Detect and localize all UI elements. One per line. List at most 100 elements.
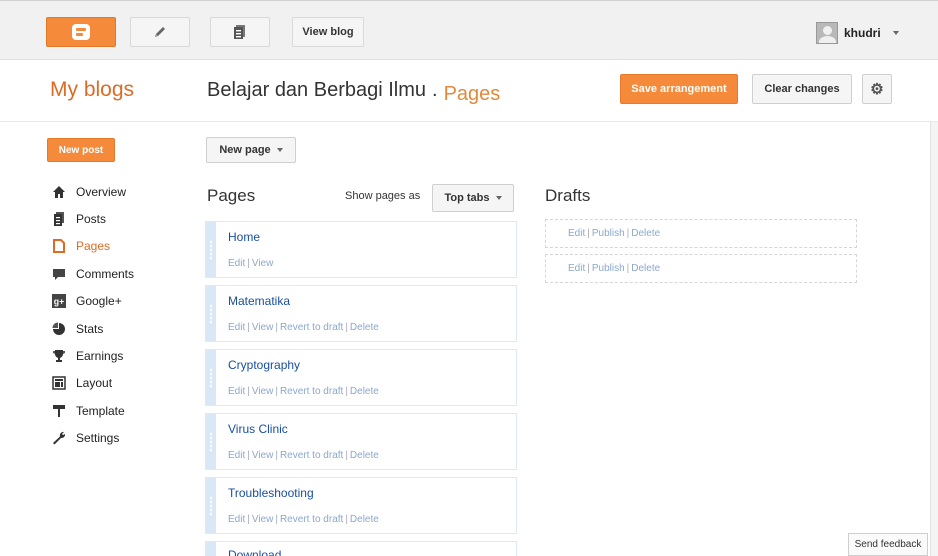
view-link[interactable]: View (252, 258, 274, 269)
edit-link[interactable]: Edit (228, 514, 245, 525)
delete-link[interactable]: Delete (350, 514, 379, 525)
draft-card[interactable]: Edit | Publish | Delete (545, 219, 857, 248)
sidebar-item-posts[interactable]: Posts (52, 205, 134, 232)
edit-link[interactable]: Edit (228, 450, 245, 461)
sidebar-item-pages[interactable]: Pages (52, 233, 134, 260)
page-card-matematika[interactable]: Matematika Edit | View | Revert to draft | Del… (205, 285, 517, 342)
sidebar-item-comments[interactable]: Comments (52, 260, 134, 287)
chevron-down-icon (892, 31, 899, 35)
new-page-button[interactable]: New page (206, 137, 296, 163)
page-card-download[interactable]: Download (205, 541, 517, 556)
google-plus-icon: g+ (52, 294, 66, 309)
sidebar-item-label: Posts (76, 212, 107, 227)
publish-link[interactable]: Publish (592, 228, 625, 239)
page-title: Belajar dan Berbagi Ilmu. Pages (207, 79, 501, 105)
revert-to-draft-link[interactable]: Revert to draft (280, 514, 343, 525)
chevron-down-icon (495, 196, 502, 200)
edit-link[interactable]: Edit (568, 228, 585, 239)
sidebar-item-label: Pages (76, 239, 111, 254)
svg-text:g+: g+ (54, 297, 64, 307)
draft-card[interactable]: Edit | Publish | Delete (545, 254, 857, 283)
sidebar-item-settings[interactable]: Settings (52, 425, 134, 452)
delete-link[interactable]: Delete (350, 450, 379, 461)
posts-list-button[interactable] (210, 17, 270, 47)
publish-link[interactable]: Publish (592, 263, 625, 274)
blogger-logo-button[interactable] (46, 17, 116, 47)
drag-handle[interactable] (206, 222, 216, 277)
page-actions: Edit | View (228, 258, 274, 269)
new-post-button[interactable]: New post (47, 138, 115, 162)
page-title-link[interactable]: Matematika (228, 294, 290, 308)
drafts-heading: Drafts (545, 186, 591, 205)
new-page-label: New page (219, 144, 271, 156)
edit-link[interactable]: Edit (568, 263, 585, 274)
sidebar-item-label: Overview (76, 184, 127, 199)
delete-link[interactable]: Delete (631, 263, 660, 274)
pages-icon (52, 239, 66, 254)
section-name: Pages (443, 83, 501, 105)
sidebar-item-layout[interactable]: Layout (52, 370, 134, 397)
show-pages-as-value: Top tabs (444, 192, 490, 204)
new-post-pencil-button[interactable] (130, 17, 190, 47)
revert-to-draft-link[interactable]: Revert to draft (280, 386, 343, 397)
revert-to-draft-link[interactable]: Revert to draft (280, 322, 343, 333)
avatar (816, 22, 838, 44)
show-pages-as-dropdown[interactable]: Top tabs (432, 184, 514, 212)
clear-changes-button[interactable]: Clear changes (752, 74, 852, 104)
page-title-link[interactable]: Troubleshooting (228, 486, 314, 500)
sidebar-item-overview[interactable]: Overview (52, 178, 134, 205)
drag-handle[interactable] (206, 350, 216, 405)
edit-link[interactable]: Edit (228, 258, 245, 269)
view-link[interactable]: View (252, 514, 274, 525)
sidebar-item-label: Template (76, 403, 125, 418)
drag-handle[interactable] (206, 286, 216, 341)
sidebar-item-google-plus[interactable]: g+ Google+ (52, 288, 134, 315)
view-link[interactable]: View (252, 450, 274, 461)
page-card-virus-clinic[interactable]: Virus Clinic Edit | View | Revert to draft | D… (205, 413, 517, 470)
document-icon (234, 25, 245, 39)
page-title-link[interactable]: Home (228, 230, 260, 244)
page-card-troubleshooting[interactable]: Troubleshooting Edit | View | Revert to draf… (205, 477, 517, 534)
delete-link[interactable]: Delete (350, 322, 379, 333)
page-actions: Edit | View | Revert to draft | Delete (228, 386, 379, 397)
save-arrangement-button[interactable]: Save arrangement (620, 74, 738, 104)
page-scrollbar[interactable] (930, 122, 938, 556)
drag-handle[interactable] (206, 478, 216, 533)
page-title-link[interactable]: Virus Clinic (228, 422, 288, 436)
sidebar-item-template[interactable]: Template (52, 397, 134, 424)
gear-icon: ⚙ (870, 81, 884, 98)
page-title-link[interactable]: Cryptography (228, 358, 300, 372)
draft-actions: Edit | Publish | Delete (568, 228, 661, 239)
trophy-icon (52, 349, 66, 363)
drag-handle[interactable] (206, 414, 216, 469)
page-title-link[interactable]: Download (228, 548, 281, 556)
page-actions: Edit | View | Revert to draft | Delete (228, 514, 379, 525)
username: khudri (844, 26, 881, 40)
page-card-home[interactable]: Home Edit | View (205, 221, 517, 278)
edit-link[interactable]: Edit (228, 322, 245, 333)
delete-link[interactable]: Delete (631, 228, 660, 239)
sidebar-item-label: Comments (76, 266, 135, 281)
send-feedback-button[interactable]: Send feedback (848, 533, 928, 556)
wrench-icon (52, 431, 66, 445)
user-menu[interactable]: khudri (816, 22, 899, 44)
view-link[interactable]: View (252, 386, 274, 397)
template-icon (52, 404, 66, 418)
sidebar-item-stats[interactable]: Stats (52, 315, 134, 342)
pages-heading: Pages (207, 186, 256, 205)
view-blog-button[interactable]: View blog (292, 17, 364, 47)
edit-link[interactable]: Edit (228, 386, 245, 397)
page-card-cryptography[interactable]: Cryptography Edit | View | Revert to draft | D… (205, 349, 517, 406)
stats-icon (52, 322, 66, 336)
chevron-down-icon (276, 148, 283, 152)
delete-link[interactable]: Delete (350, 386, 379, 397)
my-blogs-link[interactable]: My blogs (50, 78, 134, 102)
top-bar: View blog khudri (0, 0, 938, 60)
drag-handle[interactable] (206, 542, 216, 556)
layout-icon (52, 376, 66, 391)
settings-button[interactable]: ⚙ (862, 74, 892, 104)
sidebar-item-earnings[interactable]: Earnings (52, 342, 134, 369)
revert-to-draft-link[interactable]: Revert to draft (280, 450, 343, 461)
draft-actions: Edit | Publish | Delete (568, 263, 661, 274)
view-link[interactable]: View (252, 322, 274, 333)
